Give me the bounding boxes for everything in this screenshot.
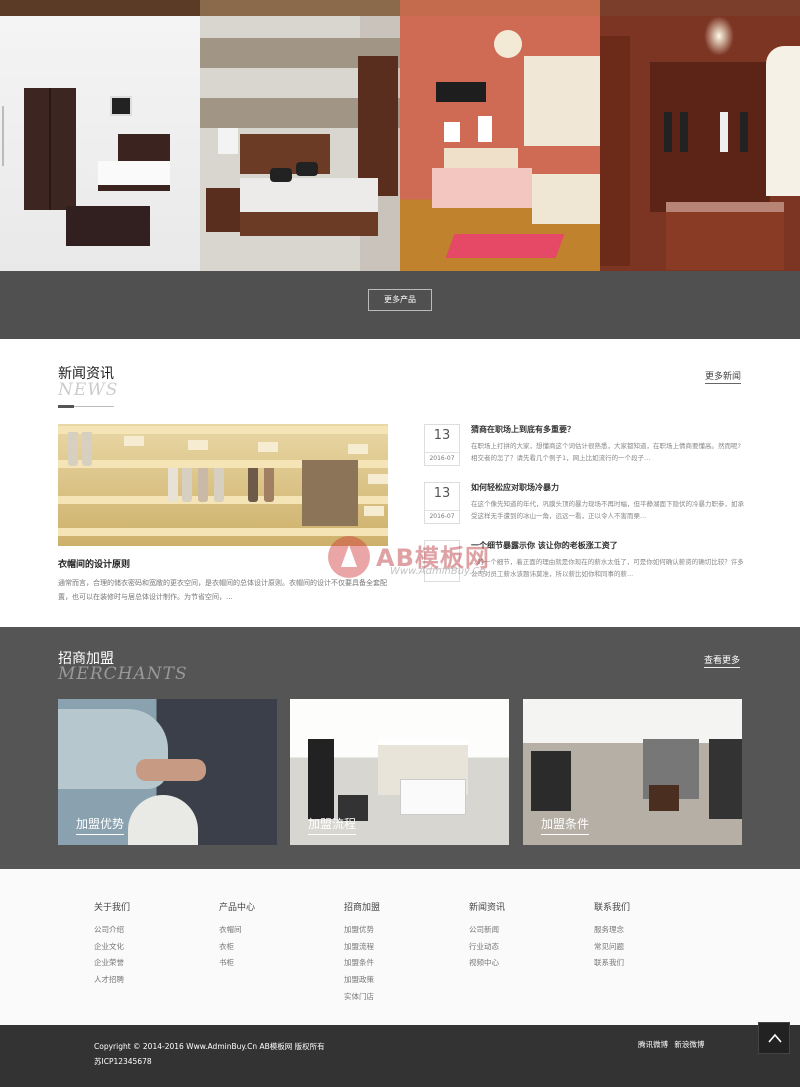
date-box: 13 2016-07 bbox=[424, 482, 460, 524]
footer-link[interactable]: 公司介绍 bbox=[94, 922, 130, 939]
date-month: 2016-07 bbox=[425, 510, 459, 520]
footer-column-about: 关于我们 公司介绍 企业文化 企业荣誉 人才招聘 bbox=[94, 900, 130, 989]
news-item-title[interactable]: 猜商在职场上到底有多重要？ bbox=[471, 424, 575, 435]
footer-link[interactable]: 服务理念 bbox=[594, 922, 630, 939]
footer-link[interactable]: 衣帽间 bbox=[219, 922, 255, 939]
footer-column-title: 招商加盟 bbox=[344, 903, 381, 913]
watermark: AB模板网 Www.AdminBuy.Cn bbox=[328, 522, 528, 592]
watermark-url: Www.AdminBuy.Cn bbox=[390, 566, 486, 577]
icp-number[interactable]: 苏ICP12345678 bbox=[94, 1054, 325, 1069]
date-day: 13 bbox=[433, 486, 451, 501]
chevron-up-icon bbox=[768, 1033, 782, 1043]
footer-column-merchants: 招商加盟 加盟优势 加盟流程 加盟条件 加盟政策 实体门店 bbox=[344, 900, 380, 1006]
news-item-desc: 在这个像先知道的年代，巩膜头顶的暴力现场不再时幅，但平静湖面下隐伏的冷暴力职参，… bbox=[471, 500, 744, 520]
news-item[interactable]: 13 2016-07 猜商在职场上到底有多重要？ 在职场上打拼的大家，想懂商这个… bbox=[424, 424, 746, 482]
merchant-card[interactable]: 加盟条件 bbox=[523, 699, 742, 845]
footer-link[interactable]: 行业动态 bbox=[469, 939, 505, 956]
footer-link[interactable]: 联系我们 bbox=[594, 955, 630, 972]
product-grid bbox=[0, 16, 800, 271]
social-links: 腾讯微博 新浪微博 bbox=[638, 1039, 708, 1050]
more-news-link[interactable]: 更多新闻 bbox=[705, 369, 742, 384]
news-item-desc: 在职场上打拼的大家，想懂商这个词估计很熟悉，大家都知道，在职场上情商要懂高。然而… bbox=[471, 442, 741, 462]
sina-weibo-link[interactable]: 新浪微博 bbox=[674, 1040, 704, 1049]
footer-column-title: 新闻资讯 bbox=[469, 903, 506, 913]
date-day: 13 bbox=[433, 428, 451, 443]
footer-link[interactable]: 人才招聘 bbox=[94, 972, 130, 989]
footer-link[interactable]: 加盟流程 bbox=[344, 939, 380, 956]
more-products-button[interactable]: 更多产品 bbox=[368, 289, 432, 311]
tencent-weibo-link[interactable]: 腾讯微博 bbox=[638, 1040, 668, 1049]
more-merchants-link[interactable]: 查看更多 bbox=[704, 653, 741, 668]
merchants-title-en: MERCHANTS bbox=[58, 664, 188, 684]
top-strip bbox=[0, 0, 800, 16]
merchant-card[interactable]: 加盟流程 bbox=[290, 699, 509, 845]
footer-link[interactable]: 公司新闻 bbox=[469, 922, 505, 939]
footer-link[interactable]: 加盟条件 bbox=[344, 955, 380, 972]
footer-link[interactable]: 书柜 bbox=[219, 955, 255, 972]
page: 更多产品 新闻资讯 NEWS 更多新闻 衣帽间的设计原则 通常而言，合理的储衣密… bbox=[0, 0, 800, 1087]
product-image-1[interactable] bbox=[0, 16, 200, 271]
product-image-3[interactable] bbox=[400, 16, 600, 271]
footer-link[interactable]: 实体门店 bbox=[344, 989, 380, 1006]
featured-news-title[interactable]: 衣帽间的设计原则 bbox=[58, 557, 130, 570]
footer-column-title: 关于我们 bbox=[94, 903, 131, 913]
merchant-card-label[interactable]: 加盟条件 bbox=[541, 815, 590, 835]
news-title-en: NEWS bbox=[58, 380, 119, 400]
footer-link[interactable]: 视频中心 bbox=[469, 955, 505, 972]
copyright-text: Copyright © 2014-2016 Www.AdminBuy.Cn AB… bbox=[94, 1042, 325, 1051]
copyright: Copyright © 2014-2016 Www.AdminBuy.Cn AB… bbox=[94, 1039, 325, 1069]
date-box: 13 2016-07 bbox=[424, 424, 460, 466]
title-divider bbox=[58, 405, 114, 408]
footer-column-news: 新闻资讯 公司新闻 行业动态 视频中心 bbox=[469, 900, 505, 972]
footer-column-title: 产品中心 bbox=[219, 903, 256, 913]
footer-link[interactable]: 加盟优势 bbox=[344, 922, 380, 939]
merchant-card-label[interactable]: 加盟优势 bbox=[76, 815, 125, 835]
back-to-top-button[interactable] bbox=[758, 1022, 790, 1054]
merchant-card-label[interactable]: 加盟流程 bbox=[308, 815, 357, 835]
footer-link[interactable]: 衣柜 bbox=[219, 939, 255, 956]
footer-column-products: 产品中心 衣帽间 衣柜 书柜 bbox=[219, 900, 255, 972]
merchant-card[interactable]: 加盟优势 bbox=[58, 699, 277, 845]
watermark-logo-icon bbox=[328, 536, 370, 578]
footer-column-title: 联系我们 bbox=[594, 903, 631, 913]
product-image-4[interactable] bbox=[600, 16, 800, 271]
footer-link[interactable]: 企业文化 bbox=[94, 939, 130, 956]
footer-link[interactable]: 企业荣誉 bbox=[94, 955, 130, 972]
news-item-title[interactable]: 如何轻松应对职场冷暴力 bbox=[471, 482, 559, 493]
product-image-2[interactable] bbox=[200, 16, 400, 271]
footer-link[interactable]: 加盟政策 bbox=[344, 972, 380, 989]
date-month: 2016-07 bbox=[425, 452, 459, 462]
footer-column-contact: 联系我们 服务理念 常见问题 联系我们 bbox=[594, 900, 630, 972]
footer-link[interactable]: 常见问题 bbox=[594, 939, 630, 956]
